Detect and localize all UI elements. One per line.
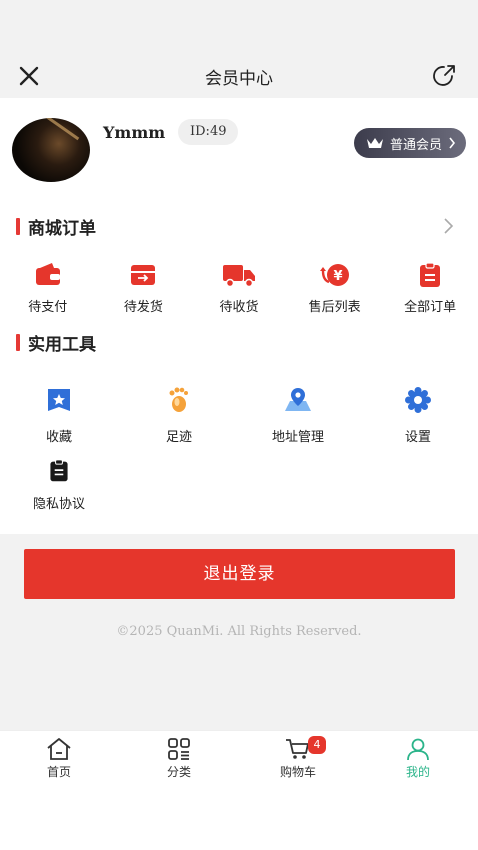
tab-label: 首页: [46, 765, 71, 779]
crown-icon: [366, 138, 383, 148]
chevron-right-icon[interactable]: [440, 217, 456, 235]
bottom-tab-bar: 首页 分类 购物车 4 我的: [0, 730, 478, 786]
tools-section-header: 实用工具: [16, 330, 96, 355]
svg-text:¥: ¥: [333, 269, 342, 284]
tab-label: 分类: [166, 765, 191, 779]
tool-item-label: 足迹: [165, 430, 192, 445]
user-id-badge: ID:49: [178, 119, 239, 145]
tab-home[interactable]: 首页: [19, 737, 99, 780]
tab-cart[interactable]: 购物车 4: [258, 736, 338, 780]
order-item-label: 待支付: [28, 300, 68, 315]
category-icon: [168, 738, 190, 760]
truck-icon: [222, 265, 255, 288]
order-item-label: 待发货: [123, 300, 163, 315]
order-item-pending-shipment[interactable]: 待发货: [96, 262, 192, 315]
cart-count-badge: 4: [308, 736, 326, 754]
order-item-label: 待收货: [219, 300, 259, 315]
tab-category[interactable]: 分类: [139, 737, 219, 780]
tool-item-label: 收藏: [45, 430, 72, 445]
tool-item-footprints[interactable]: 足迹: [129, 386, 229, 445]
tool-item-favorites[interactable]: 收藏: [9, 386, 109, 445]
section-accent-bar: [16, 217, 20, 235]
order-item-after-sales[interactable]: ¥ 售后列表: [287, 262, 383, 315]
clipboard-icon: [420, 262, 441, 287]
chevron-right-icon: [449, 137, 456, 149]
copyright-text: ©2025 QuanMi. All Rights Reserved.: [116, 624, 362, 639]
document-icon: [50, 459, 68, 482]
tab-label: 我的: [405, 765, 430, 779]
bookmark-star-icon: [48, 389, 70, 411]
map-pin-icon: [285, 388, 311, 411]
tool-item-settings[interactable]: 设置: [368, 386, 468, 445]
footprint-icon: [169, 387, 188, 412]
share-icon[interactable]: [430, 62, 458, 90]
user-icon: [407, 738, 429, 761]
tool-item-address[interactable]: 地址管理: [248, 386, 348, 445]
tool-item-label: 设置: [404, 430, 431, 445]
order-item-pending-payment[interactable]: 待支付: [0, 262, 96, 315]
wallet-icon: [35, 263, 60, 285]
order-shortcuts: 待支付 待发货 待收货 ¥ 售后列表 全部订单: [0, 262, 478, 315]
member-level-button[interactable]: 普通会员: [353, 128, 466, 158]
orders-section-header: 商城订单: [16, 214, 96, 239]
tools-section-title: 实用工具: [28, 334, 96, 355]
logout-button[interactable]: 退出登录: [24, 549, 455, 599]
tool-item-label: 隐私协议: [32, 497, 85, 512]
order-item-label: 售后列表: [308, 300, 361, 315]
tool-item-privacy[interactable]: 隐私协议: [9, 459, 109, 512]
order-item-pending-receipt[interactable]: 待收货: [191, 262, 287, 315]
refund-icon: ¥: [319, 264, 349, 286]
order-item-all-orders[interactable]: 全部订单: [382, 262, 478, 315]
tool-item-label: 地址管理: [271, 430, 324, 445]
order-item-label: 全部订单: [404, 300, 457, 315]
section-accent-bar: [16, 333, 20, 351]
tab-mine[interactable]: 我的: [378, 737, 458, 780]
page-title: 会员中心: [205, 69, 273, 89]
orders-section-title: 商城订单: [28, 218, 96, 239]
username: Ymmm: [103, 123, 166, 142]
home-icon: [47, 738, 71, 760]
gear-icon: [405, 387, 431, 413]
member-level-label: 普通会员: [389, 137, 442, 153]
tab-label: 购物车: [279, 765, 316, 779]
profile-card: Ymmm ID:49 普通会员: [0, 98, 478, 198]
navigation-bar: 会员中心: [0, 52, 478, 98]
avatar[interactable]: [12, 118, 90, 182]
box-icon: [131, 265, 156, 285]
